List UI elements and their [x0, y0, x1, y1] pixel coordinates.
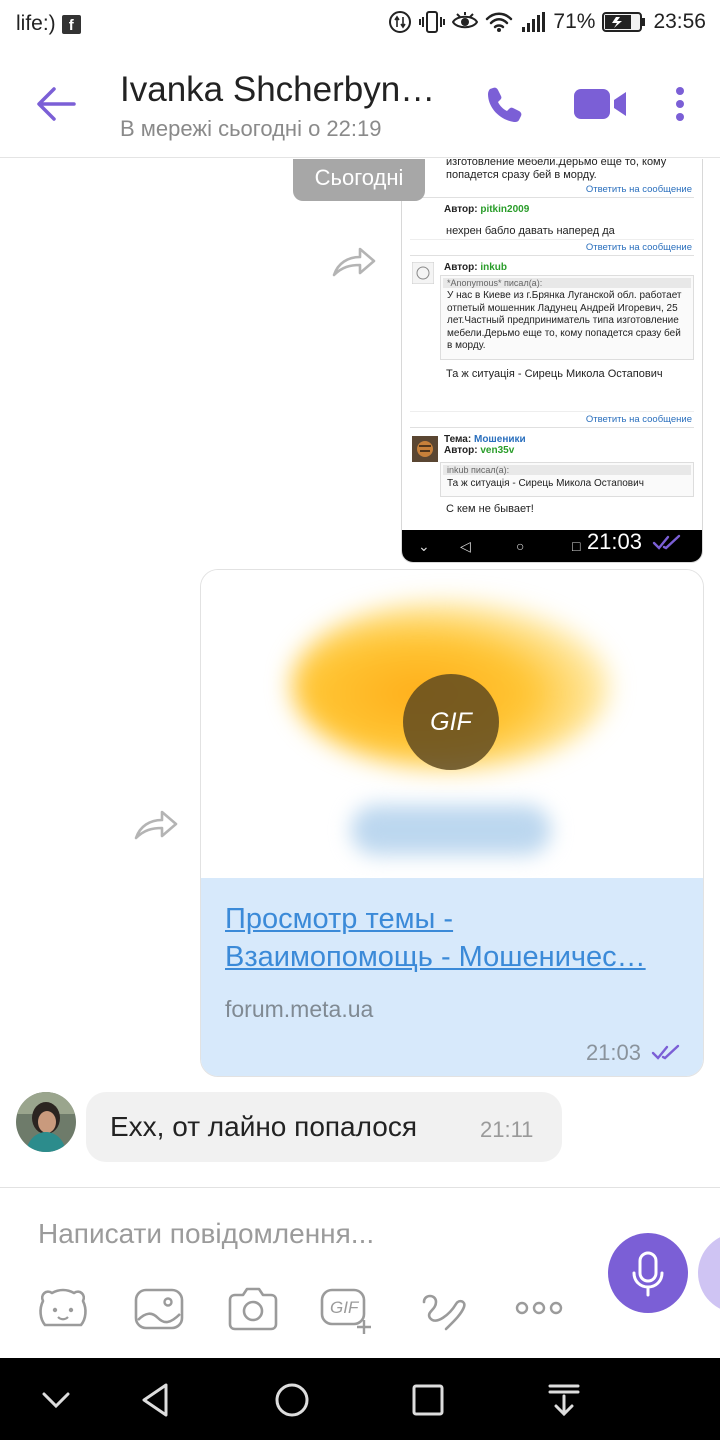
message-time: 21:11: [480, 1117, 534, 1142]
nav-home-icon: ○: [516, 538, 525, 554]
gif-play-button[interactable]: GIF: [403, 674, 499, 770]
eye-icon: [452, 12, 479, 29]
message-time: 21:03: [585, 1040, 641, 1065]
message-composer: GIF: [0, 1187, 720, 1358]
forum-quote-head: *Anonymous* писал(а):: [443, 278, 691, 288]
double-check-icon: [651, 1044, 680, 1060]
forward-icon[interactable]: [132, 804, 180, 844]
contact-last-seen: В мережі сьогодні о 22:19: [120, 116, 382, 141]
forum-quote-text: У нас в Киеве из г.Брянка Луганской обл.…: [447, 290, 682, 351]
screenshot-navbar: ⌄ ◁ ○ □ 21:03: [402, 529, 702, 562]
wifi-icon: [486, 12, 513, 32]
more-horizontal-icon[interactable]: [512, 1282, 566, 1336]
nav-recents-icon[interactable]: [408, 1380, 448, 1420]
clock: 23:56: [653, 10, 706, 33]
nav-home-icon[interactable]: [272, 1380, 312, 1420]
link-preview-body: Просмотр темы - Взаимопомощь - Мошеничес…: [201, 878, 703, 1076]
forum-quote-text: Та ж ситуація - Сирець Микола Остапович: [447, 478, 644, 489]
system-navigation-bar: [0, 1358, 720, 1440]
forum-post-text: Та ж ситуація - Сирець Микола Остапович: [446, 367, 663, 380]
gif-preview-blur-lower: [351, 805, 551, 855]
forum-post: изготовление мебели.Дерьмо еще то, кому …: [410, 159, 694, 198]
contact-name[interactable]: Ivanka Shcherbyna…: [120, 70, 450, 110]
link-preview-message[interactable]: GIF Просмотр темы - Взаимопомощь - Мошен…: [200, 569, 704, 1077]
forum-post-text: изготовление мебели.Дерьмо еще то, кому …: [446, 159, 667, 181]
forum-post: Тема: Мошеники Автор: ven35v inkub писал…: [410, 428, 694, 528]
forward-icon[interactable]: [330, 241, 378, 281]
nav-back-icon[interactable]: [136, 1380, 176, 1420]
forum-reply-link: Ответить на сообщение: [410, 411, 694, 427]
forum-reply-link: Ответить на сообщение: [410, 239, 694, 255]
link-preview-thumbnail[interactable]: GIF: [201, 570, 703, 878]
chevron-down-icon: ⌄: [418, 538, 430, 554]
gif-icon[interactable]: GIF: [320, 1282, 374, 1336]
message-list[interactable]: изготовление мебели.Дерьмо еще то, кому …: [0, 159, 720, 1187]
chat-header: Ivanka Shcherbyna… В мережі сьогодні о 2…: [0, 50, 720, 158]
link-title[interactable]: Просмотр темы - Взаимопомощь - Мошеничес…: [225, 900, 685, 976]
carrier-label: life:): [16, 12, 56, 35]
forum-quote: *Anonymous* писал(а): У нас в Киеве из г…: [440, 275, 694, 360]
forum-post-author: Автор: ven35v: [444, 445, 515, 456]
forum-avatar-tiger-icon: [412, 436, 438, 462]
forum-quote: inkub писал(а): Та ж ситуація - Сирець М…: [440, 462, 694, 497]
video-call-icon[interactable]: [572, 86, 628, 122]
secondary-action-button[interactable]: [698, 1233, 720, 1313]
chevron-down-icon[interactable]: [36, 1380, 76, 1420]
status-bar: life:) f 71% 23:56: [0, 0, 720, 50]
microphone-icon: [632, 1251, 664, 1297]
voice-record-button[interactable]: [608, 1233, 688, 1313]
forum-post: Автор: inkub *Anonymous* писал(а): У нас…: [410, 256, 694, 428]
back-arrow-icon[interactable]: [34, 82, 78, 126]
forum-quote-head: inkub писал(а):: [443, 465, 691, 475]
lte-icon: [389, 11, 412, 33]
nav-back-icon: ◁: [460, 538, 471, 554]
facebook-icon: f: [61, 14, 81, 34]
contact-avatar[interactable]: [16, 1092, 76, 1152]
nav-recents-icon: □: [572, 538, 581, 554]
camera-icon[interactable]: [226, 1282, 280, 1336]
forum-post-text: нехрен бабло давать наперед да: [446, 225, 615, 237]
vibrate-icon: [419, 11, 446, 33]
incoming-message[interactable]: Ехх, от лайно попалося 21:11: [86, 1092, 562, 1162]
forum-post-topic: Тема: Мошеники: [444, 434, 526, 445]
signal-icon: [522, 12, 546, 32]
battery-charging-icon: [602, 12, 646, 32]
gallery-icon[interactable]: [132, 1282, 186, 1336]
doodle-icon[interactable]: [416, 1282, 470, 1336]
message-text: Ехх, от лайно попалося: [110, 1111, 418, 1142]
notification-pull-icon[interactable]: [544, 1380, 584, 1420]
double-check-icon: [652, 534, 681, 550]
status-right: 71% 23:56: [388, 10, 706, 34]
image-message[interactable]: изготовление мебели.Дерьмо еще то, кому …: [401, 159, 703, 563]
phone-icon[interactable]: [484, 84, 524, 124]
message-input[interactable]: [38, 1214, 558, 1254]
status-left: life:) f: [16, 12, 81, 36]
forum-avatar-icon: [412, 262, 434, 284]
forum-post-author: Автор: inkub: [444, 262, 508, 273]
more-vertical-icon[interactable]: [668, 84, 692, 124]
forum-reply-link: Ответить на сообщение: [585, 184, 692, 195]
battery-percent: 71%: [553, 10, 596, 33]
date-separator: Сьогодні: [293, 159, 425, 201]
viber-chat-screen: life:) f 71% 23:56 Ivanka Shcherbyna… В …: [0, 0, 720, 1440]
sticker-icon[interactable]: [36, 1282, 90, 1336]
message-time: 21:03: [586, 529, 642, 554]
link-domain: forum.meta.ua: [225, 996, 374, 1022]
forum-post-text: С кем не бывает!: [446, 503, 534, 515]
forum-post-author: Автор: pitkin2009: [444, 204, 530, 215]
forum-post: Автор: pitkin2009 нехрен бабло давать на…: [410, 198, 694, 256]
